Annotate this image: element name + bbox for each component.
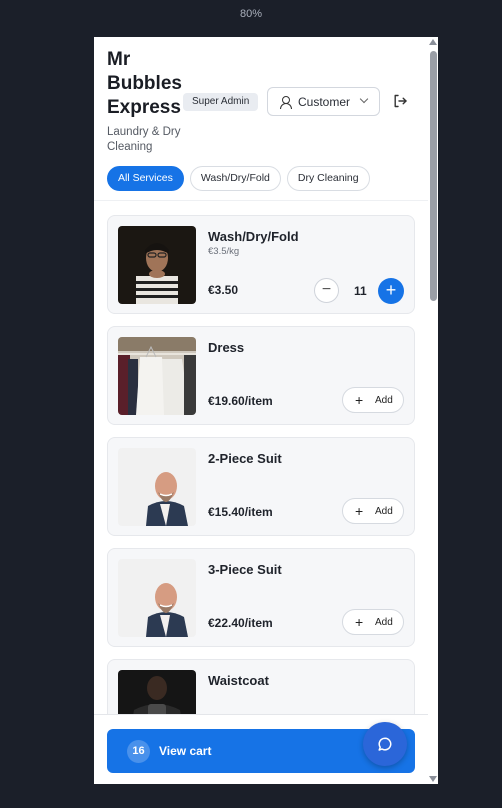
decrease-quantity-button[interactable]: −	[314, 278, 339, 303]
service-image	[118, 337, 196, 415]
brand-name: Mr Bubbles Express	[107, 49, 182, 118]
logout-icon[interactable]	[392, 93, 408, 109]
scrollbar-thumb[interactable]	[430, 51, 437, 301]
service-unit-price: €3.5/kg	[208, 246, 240, 257]
service-price: €22.40/item	[208, 616, 273, 630]
scroll-up-arrow-icon[interactable]	[429, 39, 437, 45]
service-name: Waistcoat	[208, 673, 269, 688]
user-icon	[280, 96, 292, 109]
role-badge: Super Admin	[183, 93, 259, 111]
service-name: Dress	[208, 340, 245, 355]
service-list: Wash/Dry/Fold €3.5/kg €3.50 − 11 + Dress…	[107, 215, 415, 770]
app-header: Mr Bubbles Express Laundry & Dry Cleanin…	[94, 37, 428, 201]
service-card-2-piece-suit: 2-Piece Suit €15.40/item + Add	[107, 437, 415, 536]
service-card-3-piece-suit: 3-Piece Suit €22.40/item + Add	[107, 548, 415, 647]
chevron-down-icon	[359, 94, 369, 104]
service-filters: All Services Wash/Dry/Fold Dry Cleaning	[107, 166, 370, 191]
app-viewport: Mr Bubbles Express Laundry & Dry Cleanin…	[94, 37, 438, 784]
scrollbar[interactable]	[428, 37, 438, 784]
zoom-level: 80%	[239, 8, 263, 20]
service-card-wash-dry-fold: Wash/Dry/Fold €3.5/kg €3.50 − 11 +	[107, 215, 415, 314]
role-select-value: Customer	[298, 95, 351, 109]
filter-all-services[interactable]: All Services	[107, 166, 184, 191]
service-price: €3.50	[208, 283, 239, 297]
service-name: 3-Piece Suit	[208, 562, 282, 577]
chat-icon	[378, 737, 392, 751]
brand-tagline: Laundry & Dry Cleaning	[107, 126, 181, 153]
service-name: Wash/Dry/Fold	[208, 229, 299, 244]
cart-count-badge: 16	[127, 740, 150, 763]
quantity-value: 11	[354, 284, 367, 298]
filter-dry-cleaning[interactable]: Dry Cleaning	[286, 166, 370, 191]
service-price: €15.40/item	[208, 505, 273, 519]
service-image	[118, 448, 196, 526]
role-select[interactable]: Customer	[267, 87, 380, 116]
plus-icon: +	[355, 392, 364, 408]
add-button[interactable]: + Add	[342, 498, 404, 524]
increase-quantity-button[interactable]: +	[378, 278, 404, 304]
view-cart-label: View cart	[159, 744, 212, 758]
service-price: €19.60/item	[208, 394, 273, 408]
add-button[interactable]: + Add	[342, 387, 404, 413]
chat-button[interactable]	[363, 722, 407, 766]
plus-icon: +	[355, 503, 364, 519]
service-card-dress: Dress €19.60/item + Add	[107, 326, 415, 425]
scroll-down-arrow-icon[interactable]	[429, 776, 437, 782]
filter-wash-dry-fold[interactable]: Wash/Dry/Fold	[189, 166, 281, 191]
plus-icon: +	[355, 614, 364, 630]
service-name: 2-Piece Suit	[208, 451, 282, 466]
add-button[interactable]: + Add	[342, 609, 404, 635]
service-image	[118, 559, 196, 637]
service-image	[118, 226, 196, 304]
